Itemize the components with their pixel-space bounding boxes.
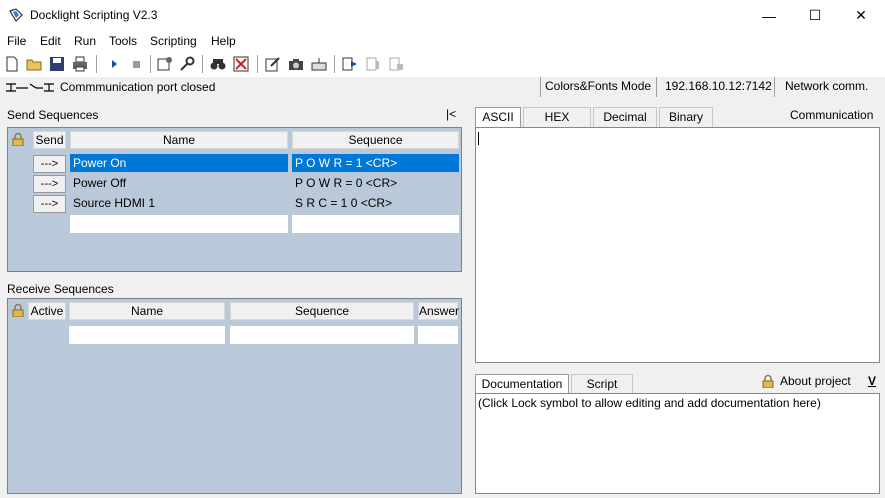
options-wrench-icon[interactable] [178,55,196,73]
send-sequences-title: Send Sequences [7,108,99,122]
answer-column-header: Answer [418,302,460,320]
text-cursor [478,132,479,145]
menu-tools[interactable]: Tools [109,34,137,48]
toolbar-separator [257,55,258,73]
collapse-panel-button[interactable]: |< [446,107,456,121]
send-button[interactable]: ---> [33,195,66,213]
receive-sequences-panel: Active Name Sequence Answer [7,298,462,494]
tab-decimal[interactable]: Decimal [593,107,657,127]
lock-icon[interactable] [761,374,775,388]
sequence-name-cell[interactable]: Power On [70,154,288,172]
run-script-icon[interactable] [341,55,359,73]
open-folder-icon[interactable] [25,55,43,73]
keyboard-console-icon[interactable] [310,55,328,73]
send-button[interactable]: ---> [33,175,66,193]
sequence-column-header: Sequence [230,302,414,320]
sequence-value-cell[interactable]: P O W R = 1 <CR> [292,154,459,172]
communication-title: Communication [790,108,874,122]
stop-icon[interactable] [127,55,145,73]
tab-hex[interactable]: HEX [523,107,591,127]
toolbar [0,51,885,77]
title-bar: Docklight Scripting V2.3 — ☐ ✕ [0,0,885,31]
name-column-header: Name [70,131,288,149]
new-sequence-name-input[interactable] [70,215,288,233]
new-receive-name-input[interactable] [69,326,225,344]
sequence-value-cell[interactable]: S R C = 1 0 <CR> [292,194,459,212]
maximize-button[interactable]: ☐ [792,0,838,31]
name-column-header: Name [69,302,225,320]
sequence-name-cell[interactable]: Source HDMI 1 [70,194,288,212]
toggle-docs-button[interactable]: V [868,374,876,388]
new-receive-sequence-input[interactable] [230,326,414,344]
active-column-header: Active [28,302,66,320]
play-icon[interactable] [105,55,123,73]
sequence-column-header: Sequence [292,131,459,149]
new-receive-answer-input[interactable] [418,326,458,344]
menu-edit[interactable]: Edit [40,34,61,48]
window-title: Docklight Scripting V2.3 [30,8,158,22]
print-icon[interactable] [71,55,89,73]
clear-window-icon[interactable] [232,55,250,73]
snapshot-camera-icon[interactable] [287,55,305,73]
about-project-link[interactable]: About project [780,374,851,388]
toolbar-separator [150,55,151,73]
port-status-text: Commmunication port closed [60,80,216,94]
sequence-name-cell[interactable]: Power Off [70,174,288,192]
documentation-placeholder: (Click Lock symbol to allow editing and … [478,396,821,410]
menu-file[interactable]: File [7,34,26,48]
menu-run[interactable]: Run [74,34,96,48]
menu-scripting[interactable]: Scripting [150,34,197,48]
toolbar-separator [334,55,335,73]
script-stop-icon[interactable] [387,55,405,73]
port-disconnected-icon [6,83,54,92]
tab-documentation[interactable]: Documentation [475,374,569,394]
receive-sequences-title: Receive Sequences [7,282,114,296]
docklight-app-icon [9,8,23,22]
network-address-status: 192.168.10.12:7142 [656,77,774,97]
lock-icon[interactable] [11,303,25,317]
tab-script[interactable]: Script [571,374,633,394]
sequence-value-cell[interactable]: P O W R = 0 <CR> [292,174,459,192]
lock-icon[interactable] [11,132,25,146]
edit-notes-icon[interactable] [264,55,282,73]
status-bar: Commmunication port closed Colors&Fonts … [0,77,885,98]
toolbar-separator [96,55,97,73]
find-binoculars-icon[interactable] [209,55,227,73]
new-file-icon[interactable] [3,55,21,73]
save-icon[interactable] [48,55,66,73]
menu-help[interactable]: Help [211,34,236,48]
toolbar-separator [202,55,203,73]
network-comm-status: Network comm. [774,77,885,97]
send-button[interactable]: ---> [33,155,66,173]
communication-output[interactable] [475,127,880,363]
send-sequences-panel: Send Name Sequence ---> Power On P O W R… [7,127,462,272]
documentation-editor[interactable]: (Click Lock symbol to allow editing and … [475,393,880,494]
tab-binary[interactable]: Binary [659,107,713,127]
close-button[interactable]: ✕ [838,0,884,31]
menu-bar: File Edit Run Tools Scripting Help [0,31,885,51]
colors-fonts-mode-status[interactable]: Colors&Fonts Mode [540,77,656,97]
tab-ascii[interactable]: ASCII [475,107,521,127]
minimize-button[interactable]: — [746,0,792,31]
new-sequence-value-input[interactable] [292,215,459,233]
script-step-icon[interactable] [364,55,382,73]
send-column-header: Send [33,131,66,149]
project-settings-icon[interactable] [156,55,174,73]
